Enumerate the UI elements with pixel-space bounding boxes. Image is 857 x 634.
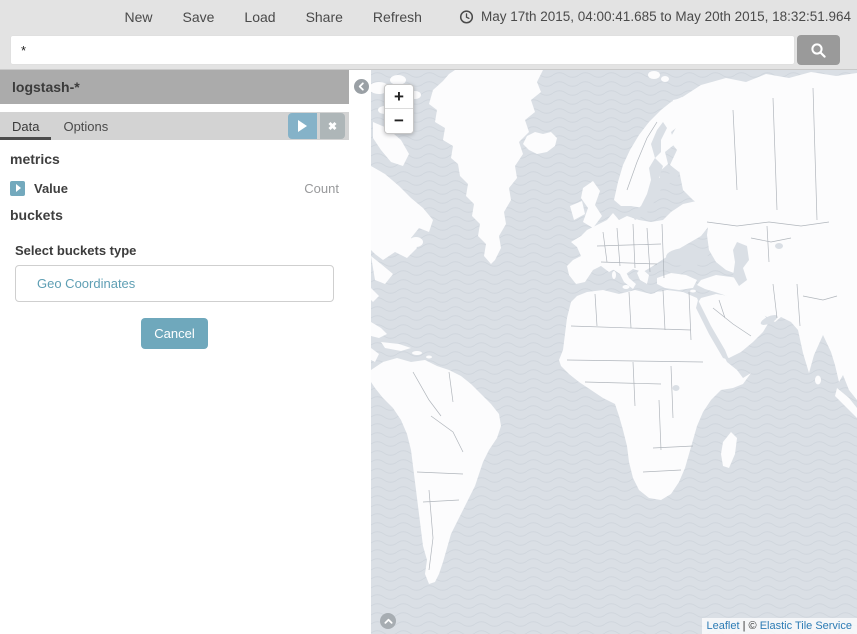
chevron-right-icon bbox=[16, 184, 21, 192]
buckets-heading: buckets bbox=[10, 207, 339, 223]
search-icon bbox=[810, 42, 827, 59]
play-icon bbox=[298, 120, 307, 132]
spy-panel-toggle-button[interactable] bbox=[380, 613, 396, 629]
metric-row[interactable]: Value Count bbox=[10, 175, 339, 201]
world-map bbox=[371, 70, 857, 634]
tab-options[interactable]: Options bbox=[51, 112, 120, 140]
clock-icon bbox=[459, 9, 474, 24]
bucket-type-form: Select buckets type Geo Coordinates Canc… bbox=[15, 243, 334, 349]
expand-metric-button[interactable] bbox=[10, 181, 25, 196]
select-buckets-type-label: Select buckets type bbox=[15, 243, 334, 258]
save-button[interactable]: Save bbox=[182, 9, 214, 25]
share-button[interactable]: Share bbox=[306, 9, 343, 25]
elastic-tile-service-link[interactable]: Elastic Tile Service bbox=[760, 620, 852, 632]
search-button[interactable] bbox=[797, 35, 840, 65]
toolbar: New Save Load Share Refresh May 17th 201… bbox=[0, 0, 857, 70]
bucket-type-list: Geo Coordinates bbox=[15, 265, 334, 302]
close-icon: ✖ bbox=[328, 120, 337, 133]
copyright-symbol: © bbox=[749, 620, 757, 632]
index-pattern-title: logstash-* bbox=[0, 70, 349, 104]
map-attribution: Leaflet | © Elastic Tile Service bbox=[702, 618, 857, 634]
editor-tabs: Data Options ✖ bbox=[0, 112, 349, 140]
collapse-left-icon bbox=[357, 82, 366, 91]
search-bar bbox=[0, 33, 857, 65]
map-zoom-control: + − bbox=[384, 84, 414, 134]
chevron-up-icon bbox=[384, 617, 393, 626]
search-input[interactable] bbox=[10, 35, 795, 65]
time-range-label: May 17th 2015, 04:00:41.685 to May 20th … bbox=[481, 9, 851, 24]
attribution-separator: | bbox=[743, 620, 746, 632]
tile-map-canvas[interactable]: + − Leaflet | © Elastic Tile Service bbox=[371, 70, 857, 634]
cancel-button[interactable]: Cancel bbox=[141, 318, 207, 349]
metrics-heading: metrics bbox=[10, 151, 339, 167]
leaflet-link[interactable]: Leaflet bbox=[707, 620, 740, 632]
metric-label: Value bbox=[34, 181, 68, 196]
vis-editor-sidebar: logstash-* Data Options ✖ metrics bbox=[0, 70, 371, 634]
load-button[interactable]: Load bbox=[244, 9, 275, 25]
zoom-in-button[interactable]: + bbox=[385, 85, 413, 109]
apply-changes-button[interactable] bbox=[288, 113, 317, 139]
time-picker[interactable]: May 17th 2015, 04:00:41.685 to May 20th … bbox=[459, 9, 853, 24]
bucket-option-geo-coordinates[interactable]: Geo Coordinates bbox=[16, 266, 333, 301]
metric-agg-value: Count bbox=[304, 181, 339, 196]
discard-changes-button[interactable]: ✖ bbox=[320, 113, 345, 139]
zoom-out-button[interactable]: − bbox=[385, 109, 413, 133]
new-button[interactable]: New bbox=[124, 9, 152, 25]
agg-action-buttons: ✖ bbox=[288, 113, 345, 139]
refresh-button[interactable]: Refresh bbox=[373, 9, 422, 25]
toolbar-menu: New Save Load Share Refresh May 17th 201… bbox=[0, 0, 857, 33]
sidebar-collapse-button[interactable] bbox=[354, 79, 369, 94]
tab-data[interactable]: Data bbox=[0, 112, 51, 140]
